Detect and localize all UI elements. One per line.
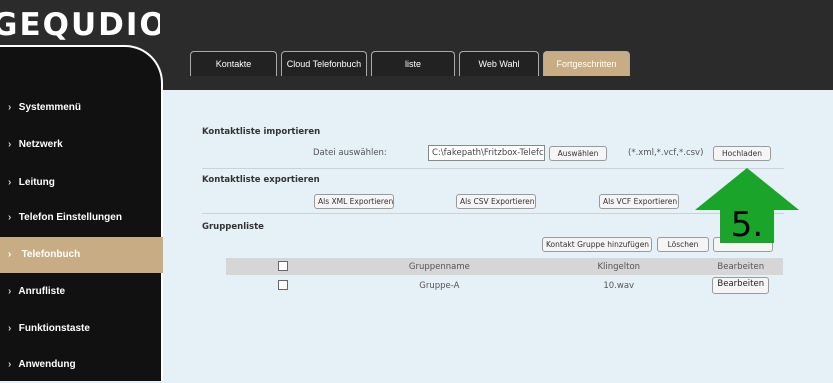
file-select-label: Datei auswählen:	[313, 148, 387, 158]
column-header: Klingelton	[538, 258, 699, 275]
file-formats-label: (*.xml,*.vcf,*.csv)	[628, 148, 704, 158]
group-name-cell: Gruppe-A	[419, 280, 460, 291]
import-section-title: Kontaktliste importieren	[202, 127, 321, 137]
chevron-right-icon: ›	[8, 102, 12, 113]
select-all-checkbox[interactable]	[277, 261, 288, 272]
chevron-right-icon: ›	[8, 323, 12, 334]
column-header: Bearbeiten	[698, 258, 783, 275]
sidebar-item-leitung[interactable]: › Leitung	[0, 165, 163, 201]
sidebar-item-label: Anrufliste	[18, 286, 66, 297]
row-select-cell	[226, 275, 340, 296]
sidebar-item-label: Funktionstaste	[18, 323, 90, 334]
tab-web-wahl[interactable]: Web Wahl	[459, 51, 539, 76]
file-path-field[interactable]: C:\fakepath\Fritzbox-Telefc	[428, 145, 545, 161]
tab-fortgeschritten[interactable]: Fortgeschritten	[543, 51, 630, 76]
group-table: Gruppenname Klingelton Bearbeiten Gruppe…	[226, 258, 783, 296]
tab-cloud-telefonbuch[interactable]: Cloud Telefonbuch	[281, 51, 367, 76]
sidebar-item-telefonbuch[interactable]: › Telefonbuch	[0, 237, 163, 273]
export-csv-button[interactable]: Als CSV Exportieren	[456, 194, 536, 209]
group-list-title: Gruppenliste	[202, 222, 264, 232]
sidebar-item-funktionstaste[interactable]: › Funktionstaste	[0, 311, 163, 347]
sidebar-item-netzwerk[interactable]: › Netzwerk	[0, 127, 163, 163]
chevron-right-icon: ›	[8, 286, 12, 297]
table-header-row: Gruppenname Klingelton Bearbeiten	[226, 258, 783, 275]
ringtone-cell: 10.wav	[603, 280, 635, 291]
column-header: Gruppenname	[339, 258, 539, 275]
brand-logo: GEQUDIO	[0, 7, 160, 43]
sidebar-item-anwendung[interactable]: › Anwendung	[0, 347, 163, 383]
edit-button[interactable]: Bearbeiten	[712, 277, 770, 294]
add-group-button[interactable]: Kontakt Gruppe hinzufügen	[542, 237, 652, 252]
table-row: Gruppe-A 10.wav Bearbeiten	[226, 275, 783, 296]
sidebar: › Systemmenü › Netzwerk › Leitung › Tele…	[0, 45, 163, 381]
sidebar-item-label: Anwendung	[18, 359, 76, 370]
sidebar-item-anrufliste[interactable]: › Anrufliste	[0, 274, 163, 310]
sidebar-item-label: Telefon Einstellungen	[18, 212, 122, 223]
sidebar-item-label: Leitung	[18, 177, 55, 188]
sidebar-item-telefon-einstellungen[interactable]: › Telefon Einstellungen	[0, 200, 163, 236]
export-xml-button[interactable]: Als XML Exportieren	[314, 194, 394, 209]
step-annotation-label: 5.	[731, 205, 763, 243]
select-all-cell	[226, 258, 340, 275]
chevron-right-icon: ›	[8, 212, 12, 223]
export-section-title: Kontaktliste exportieren	[202, 175, 320, 185]
sidebar-item-label: Telefonbuch	[21, 249, 81, 260]
edit-cell: Bearbeiten	[699, 275, 783, 296]
chevron-right-icon: ›	[8, 249, 12, 260]
row-checkbox[interactable]	[277, 280, 288, 291]
arrow-up-icon: 5.	[695, 168, 799, 245]
chevron-right-icon: ›	[8, 139, 12, 150]
chevron-right-icon: ›	[8, 359, 12, 370]
export-vcf-button[interactable]: Als VCF Exportieren	[599, 194, 679, 209]
sidebar-item-label: Systemmenü	[18, 102, 82, 113]
sidebar-item-systemmenue[interactable]: › Systemmenü	[0, 90, 163, 126]
chevron-right-icon: ›	[8, 177, 12, 188]
choose-file-button[interactable]: Auswählen	[549, 146, 607, 161]
tab-liste[interactable]: liste	[371, 51, 455, 76]
upload-button[interactable]: Hochladen	[713, 146, 771, 161]
step-annotation-arrow: 5.	[695, 168, 799, 245]
sidebar-item-label: Netzwerk	[18, 139, 63, 150]
tab-kontakte[interactable]: Kontakte	[190, 51, 277, 76]
